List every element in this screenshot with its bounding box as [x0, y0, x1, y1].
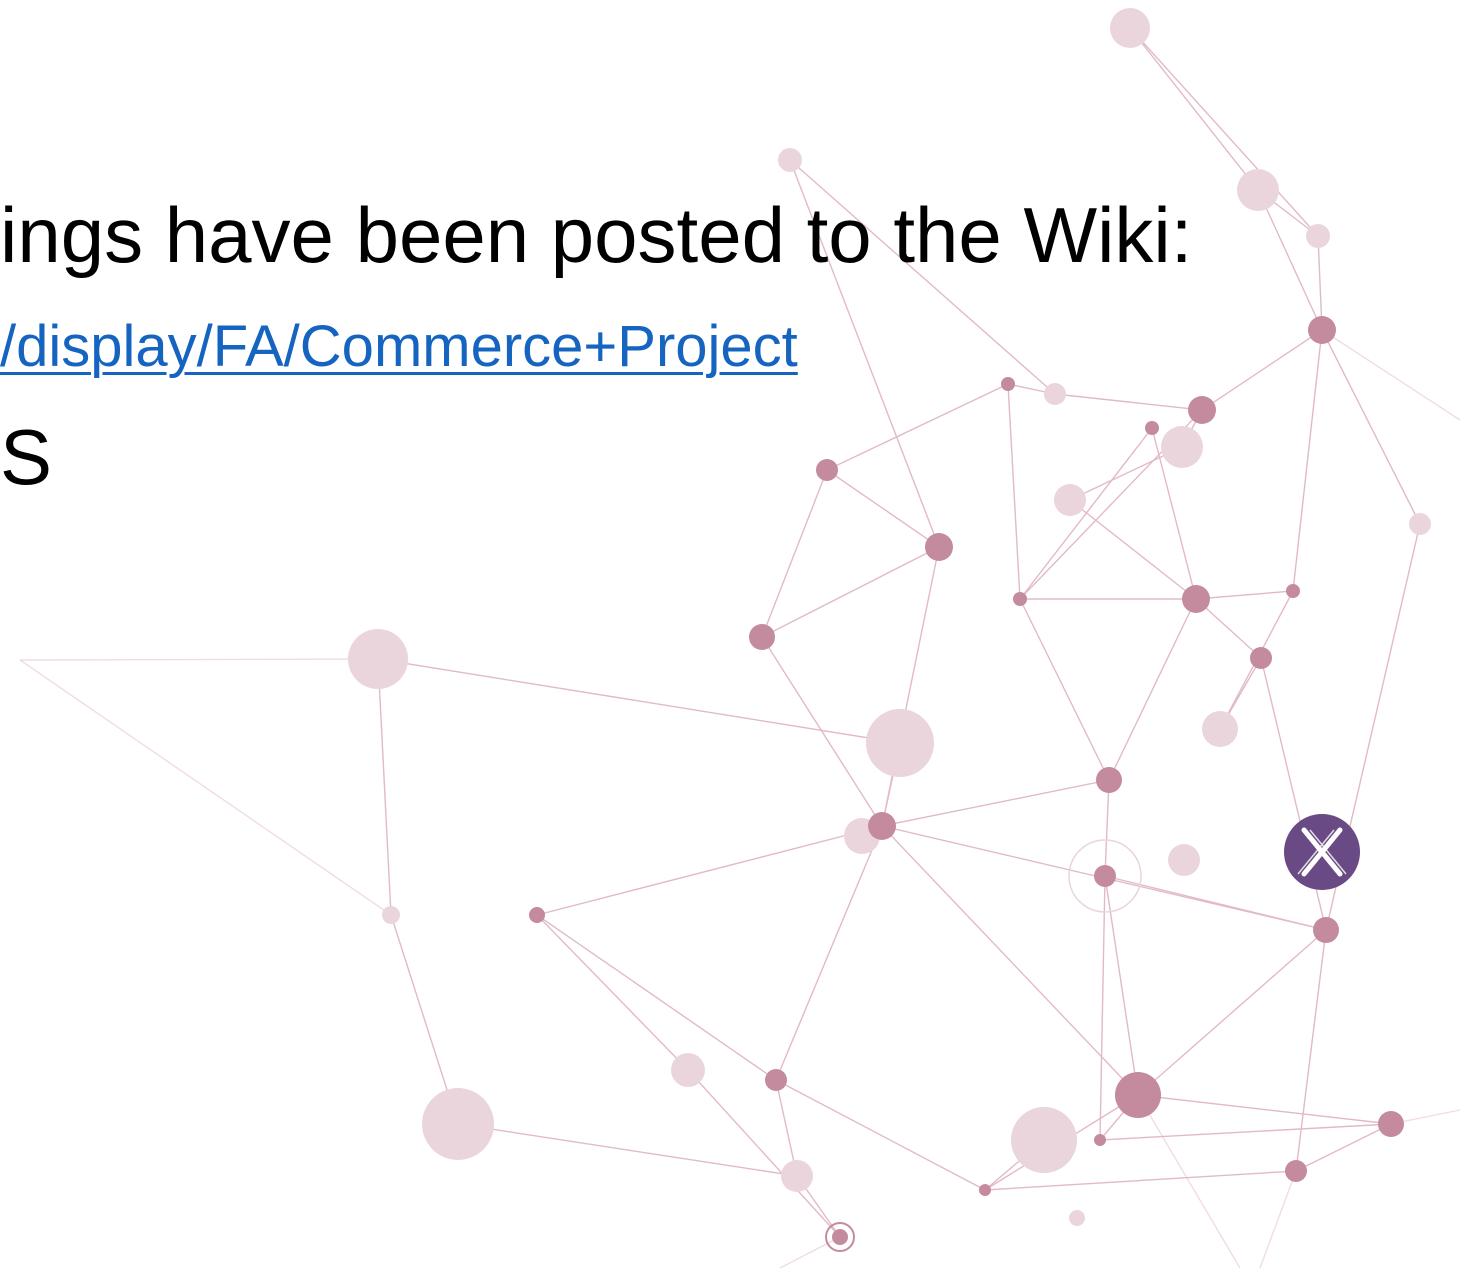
- network-node-icon: [1094, 865, 1116, 887]
- network-node-icon: [1286, 584, 1300, 598]
- network-node-icon: [1168, 844, 1200, 876]
- wiki-link[interactable]: /display/FA/Commerce+Project: [0, 318, 798, 376]
- network-node-icon: [781, 1160, 813, 1192]
- network-node-icon: [1237, 169, 1279, 211]
- network-node-icon: [1001, 377, 1015, 391]
- network-node-icon: [1145, 421, 1159, 435]
- network-node-icon: [1110, 8, 1150, 48]
- network-node-icon: [1115, 1072, 1161, 1118]
- network-node-icon: [778, 148, 802, 172]
- network-node-icon: [1285, 1160, 1307, 1182]
- network-node-icon: [868, 812, 896, 840]
- network-node-icon: [1306, 224, 1330, 248]
- network-node-icon: [979, 1184, 991, 1196]
- body-text-line: ings have been posted to the Wiki:: [0, 191, 1193, 279]
- network-node-icon: [1011, 1107, 1077, 1173]
- network-node-icon: [1054, 484, 1086, 516]
- network-node-icon: [832, 1229, 848, 1245]
- network-node-icon: [816, 459, 838, 481]
- network-node-icon: [422, 1088, 494, 1160]
- slide: ings have been posted to the Wiki: /disp…: [0, 0, 1460, 1268]
- network-node-icon: [1188, 396, 1216, 424]
- x-logo-icon: [1284, 814, 1360, 890]
- network-node-icon: [1094, 1134, 1106, 1146]
- network-node-icon: [866, 709, 934, 777]
- network-node-icon: [348, 629, 408, 689]
- network-node-icon: [529, 907, 545, 923]
- network-node-icon: [1161, 426, 1203, 468]
- network-node-icon: [749, 624, 775, 650]
- network-node-icon: [382, 906, 400, 924]
- network-node-icon: [925, 533, 953, 561]
- network-node-icon: [1308, 316, 1336, 344]
- network-node-icon: [1182, 585, 1210, 613]
- body-text-line-partial: S: [0, 413, 53, 501]
- network-node-icon: [1250, 647, 1272, 669]
- network-node-icon: [1313, 917, 1339, 943]
- network-node-icon: [1013, 592, 1027, 606]
- network-node-icon: [1409, 513, 1431, 535]
- network-node-icon: [765, 1069, 787, 1091]
- network-node-icon: [1096, 767, 1122, 793]
- network-node-icon: [1202, 711, 1238, 747]
- network-node-icon: [1044, 383, 1066, 405]
- network-node-icon: [1069, 1210, 1085, 1226]
- network-node-icon: [671, 1053, 705, 1087]
- network-node-icon: [1378, 1111, 1404, 1137]
